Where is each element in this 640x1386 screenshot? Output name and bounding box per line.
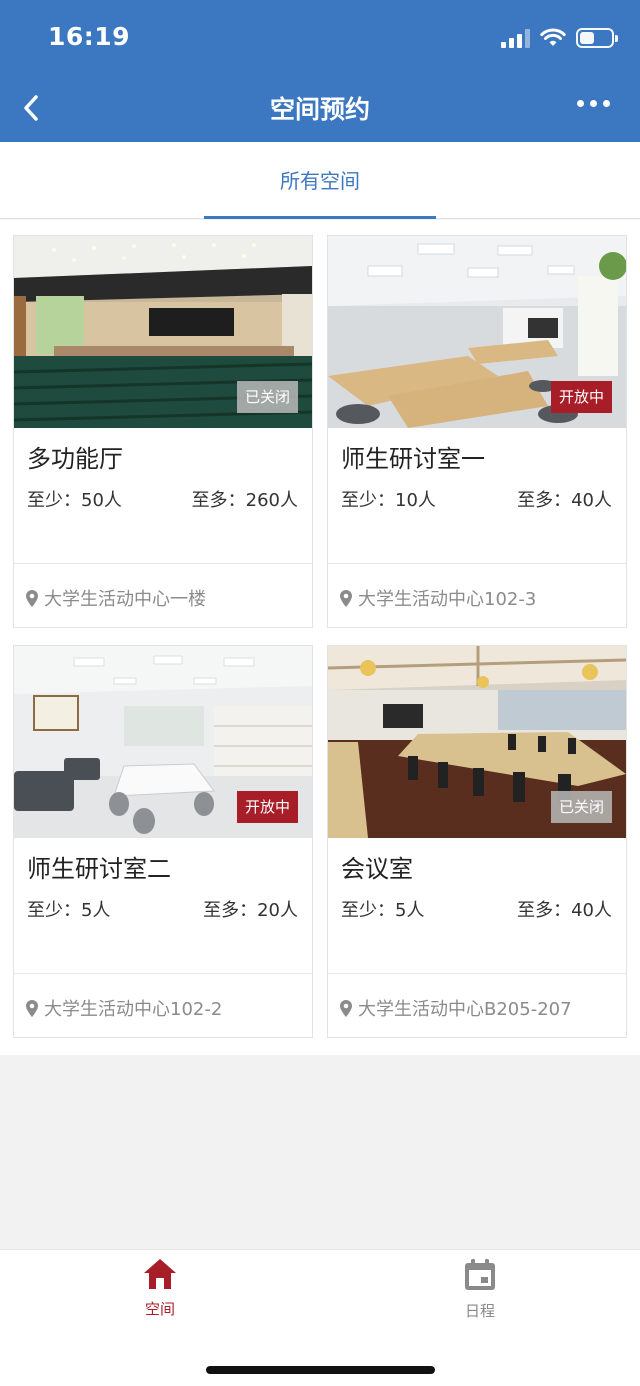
location-text: 大学生活动中心102-3 xyxy=(358,589,537,610)
space-name: 师生研讨室一 xyxy=(341,445,485,473)
card-divider xyxy=(328,563,626,564)
page-title: 空间预约 xyxy=(269,95,370,124)
max-capacity: 至多：40人 xyxy=(517,490,612,511)
location-pin-icon xyxy=(340,589,352,607)
nav-item-spaces[interactable]: 空间 xyxy=(100,1258,220,1319)
location-text: 大学生活动中心102-2 xyxy=(44,999,223,1020)
bottom-nav: 空间 日程 xyxy=(0,1249,640,1386)
status-badge: 已关闭 xyxy=(550,791,612,823)
space-name: 多功能厅 xyxy=(27,445,123,473)
more-dot xyxy=(590,100,597,107)
space-photo-meeting-room: 已关闭 xyxy=(328,646,626,838)
more-dot xyxy=(577,100,584,107)
tab-bar: 所有空间 xyxy=(0,142,640,219)
cellular-signal-icon xyxy=(501,28,530,48)
battery-icon xyxy=(576,28,618,48)
card-divider xyxy=(328,973,626,974)
active-tab-indicator xyxy=(204,216,436,219)
space-location: 大学生活动中心102-2 xyxy=(26,995,222,1021)
status-time: 16:19 xyxy=(48,22,131,51)
calendar-icon xyxy=(465,1259,495,1290)
more-options-button[interactable] xyxy=(577,100,610,107)
max-capacity: 至多：260人 xyxy=(191,490,298,511)
location-pin-icon xyxy=(26,999,38,1017)
max-capacity: 至多：40人 xyxy=(517,900,612,921)
space-name: 会议室 xyxy=(341,855,413,883)
space-card[interactable]: 开放中 师生研讨室一 至少：10人 至多：40人 大学生活动中心102-3 xyxy=(327,235,627,628)
status-badge: 已关闭 xyxy=(236,381,298,413)
status-icons xyxy=(501,26,618,50)
space-location: 大学生活动中心B205-207 xyxy=(340,995,572,1021)
home-indicator[interactable] xyxy=(206,1366,435,1374)
app-header: 16:19 空间预约 xyxy=(0,0,640,142)
space-name: 师生研讨室二 xyxy=(27,855,171,883)
min-capacity: 至少：10人 xyxy=(341,490,436,511)
location-pin-icon xyxy=(340,999,352,1017)
location-pin-icon xyxy=(26,589,38,607)
min-capacity: 至少：5人 xyxy=(341,900,425,921)
space-location: 大学生活动中心一楼 xyxy=(26,585,206,611)
card-divider xyxy=(14,973,312,974)
min-capacity: 至少：5人 xyxy=(27,900,111,921)
home-icon xyxy=(144,1259,176,1289)
min-capacity: 至少：50人 xyxy=(27,490,122,511)
card-divider xyxy=(14,563,312,564)
space-grid: 已关闭 多功能厅 至少：50人 至多：260人 大学生活动中心一楼 开放中 师生… xyxy=(0,220,640,1055)
max-capacity: 至多：20人 xyxy=(203,900,298,921)
tab-all-spaces[interactable]: 所有空间 xyxy=(204,142,436,219)
nav-label-spaces: 空间 xyxy=(144,1300,175,1318)
status-badge: 开放中 xyxy=(236,791,298,823)
location-text: 大学生活动中心B205-207 xyxy=(358,999,572,1020)
space-photo-seminar-room-1: 开放中 xyxy=(328,236,626,428)
space-location: 大学生活动中心102-3 xyxy=(340,585,536,611)
status-badge: 开放中 xyxy=(550,381,612,413)
space-card[interactable]: 已关闭 多功能厅 至少：50人 至多：260人 大学生活动中心一楼 xyxy=(13,235,313,628)
space-photo-auditorium: 已关闭 xyxy=(14,236,312,428)
space-card[interactable]: 已关闭 会议室 至少：5人 至多：40人 大学生活动中心B205-207 xyxy=(327,645,627,1038)
wifi-icon xyxy=(540,28,566,46)
more-dot xyxy=(603,100,610,107)
nav-label-schedule: 日程 xyxy=(464,1302,495,1320)
location-text: 大学生活动中心一楼 xyxy=(44,589,206,610)
nav-item-schedule[interactable]: 日程 xyxy=(420,1258,540,1321)
space-photo-seminar-room-2: 开放中 xyxy=(14,646,312,838)
space-card[interactable]: 开放中 师生研讨室二 至少：5人 至多：20人 大学生活动中心102-2 xyxy=(13,645,313,1038)
